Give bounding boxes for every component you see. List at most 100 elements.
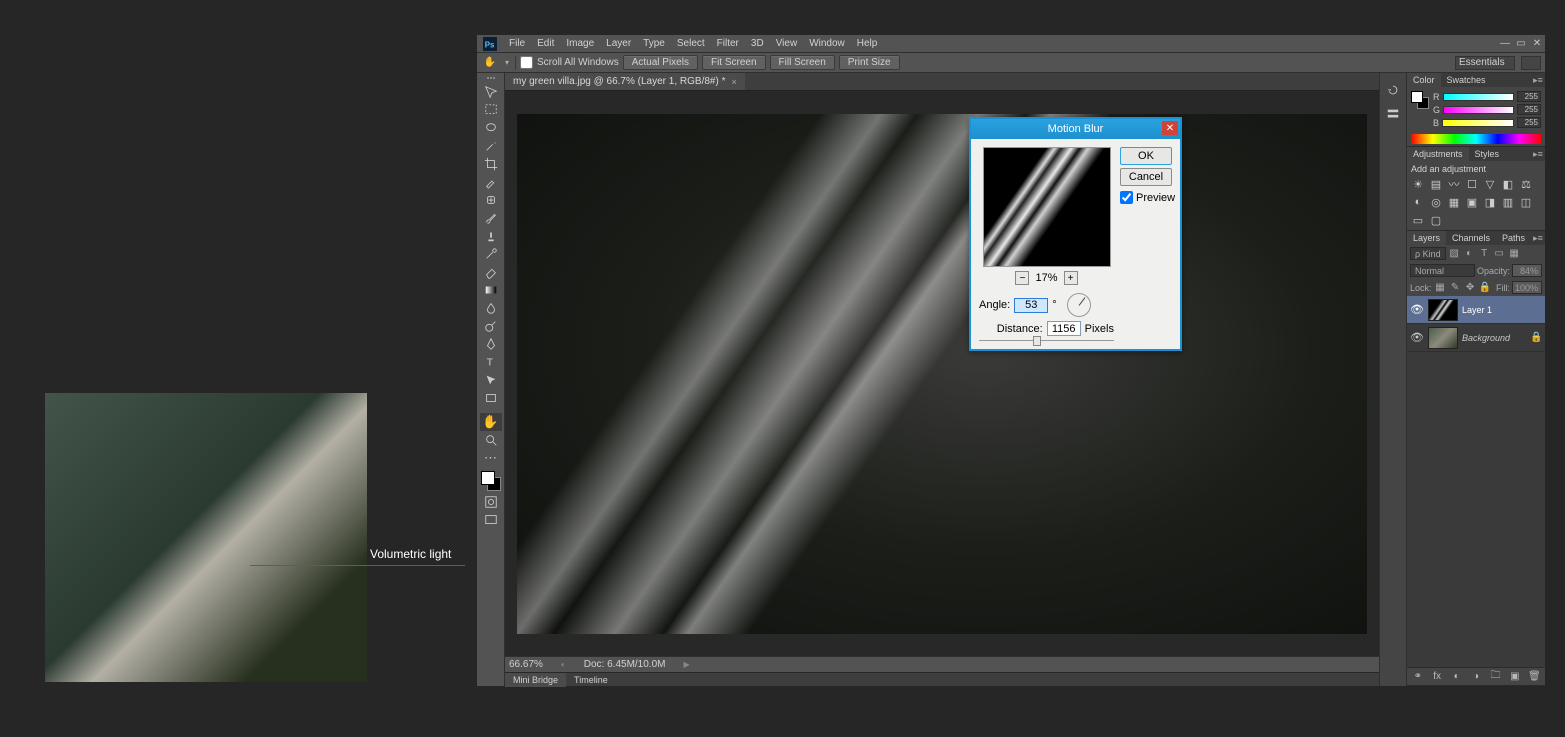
filter-adjust-icon[interactable]: ◐: [1463, 247, 1476, 260]
new-layer-icon[interactable]: ▣: [1508, 671, 1521, 682]
canvas-viewport[interactable]: [505, 91, 1379, 656]
adj-vibrance-icon[interactable]: ▽: [1483, 177, 1497, 191]
eyedropper-tool-icon[interactable]: [480, 173, 502, 191]
stamp-tool-icon[interactable]: [480, 227, 502, 245]
r-slider[interactable]: [1443, 93, 1515, 101]
window-maximize-icon[interactable]: ▭: [1513, 36, 1529, 52]
ok-button[interactable]: OK: [1120, 147, 1172, 165]
tab-channels[interactable]: Channels: [1446, 231, 1496, 245]
cancel-button[interactable]: Cancel: [1120, 168, 1172, 186]
panel-menu-icon[interactable]: ▸≡: [1531, 75, 1545, 86]
menu-type[interactable]: Type: [637, 38, 671, 49]
menu-help[interactable]: Help: [851, 38, 884, 49]
healing-tool-icon[interactable]: [480, 191, 502, 209]
panel-menu-icon[interactable]: ▸≡: [1531, 233, 1545, 244]
zoom-in-icon[interactable]: +: [1064, 271, 1078, 285]
layer-name[interactable]: Layer 1: [1462, 305, 1542, 315]
g-value[interactable]: 255: [1517, 104, 1541, 115]
menu-select[interactable]: Select: [671, 38, 711, 49]
color-swatch-pair[interactable]: [1411, 91, 1429, 109]
blend-mode-dropdown[interactable]: Normal: [1410, 264, 1475, 277]
tab-adjustments[interactable]: Adjustments: [1407, 147, 1469, 161]
filter-shape-icon[interactable]: ▭: [1493, 247, 1506, 260]
adj-curves-icon[interactable]: 〰: [1447, 177, 1461, 191]
foreground-background-swatches[interactable]: [479, 469, 503, 493]
tab-layers[interactable]: Layers: [1407, 231, 1446, 245]
panel-menu-icon[interactable]: ▸≡: [1531, 149, 1545, 160]
status-arrow-icon[interactable]: ▶: [683, 660, 689, 669]
hue-strip[interactable]: [1411, 134, 1541, 144]
filter-kind-dropdown[interactable]: ρ Kind: [1410, 247, 1446, 260]
adj-bw-icon[interactable]: ◐: [1411, 195, 1425, 209]
lasso-tool-icon[interactable]: [480, 119, 502, 137]
zoom-tool-icon[interactable]: [480, 431, 502, 449]
history-brush-tool-icon[interactable]: [480, 245, 502, 263]
hand-tool-strip-icon[interactable]: ✋: [480, 413, 502, 431]
close-tab-icon[interactable]: ×: [731, 77, 736, 87]
adj-threshold-icon[interactable]: ◫: [1519, 195, 1533, 209]
menu-layer[interactable]: Layer: [600, 38, 637, 49]
marquee-tool-icon[interactable]: [480, 101, 502, 119]
document-tab[interactable]: my green villa.jpg @ 66.7% (Layer 1, RGB…: [505, 73, 745, 90]
status-doc-indicator-icon[interactable]: ◐: [561, 660, 566, 669]
adj-balance-icon[interactable]: ⚖: [1519, 177, 1533, 191]
preview-checkbox[interactable]: Preview: [1120, 191, 1172, 204]
distance-slider[interactable]: [979, 340, 1114, 341]
new-adjustment-icon[interactable]: ◑: [1469, 671, 1482, 682]
opacity-value[interactable]: 84%: [1512, 264, 1542, 277]
menu-3d[interactable]: 3D: [745, 38, 770, 49]
gradient-tool-icon[interactable]: [480, 281, 502, 299]
lock-transparent-icon[interactable]: ▦: [1434, 281, 1447, 294]
fit-screen-button[interactable]: Fit Screen: [702, 55, 766, 70]
blur-tool-icon[interactable]: [480, 299, 502, 317]
fill-screen-button[interactable]: Fill Screen: [770, 55, 835, 70]
menu-window[interactable]: Window: [803, 38, 851, 49]
link-layers-icon[interactable]: ⚭: [1411, 671, 1424, 682]
edit-toolbar-icon[interactable]: ⋯: [480, 449, 502, 467]
hand-tool-icon[interactable]: ✋: [481, 54, 499, 72]
adj-brightness-icon[interactable]: ☀: [1411, 177, 1425, 191]
adj-levels-icon[interactable]: ▤: [1429, 177, 1443, 191]
actual-pixels-button[interactable]: Actual Pixels: [623, 55, 698, 70]
properties-panel-icon[interactable]: [1384, 105, 1402, 123]
r-value[interactable]: 255: [1517, 91, 1541, 102]
tab-swatches[interactable]: Swatches: [1441, 73, 1492, 87]
layer-fx-icon[interactable]: fx: [1430, 671, 1443, 682]
delete-layer-icon[interactable]: 🗑: [1528, 671, 1541, 682]
tab-timeline[interactable]: Timeline: [566, 673, 616, 687]
shape-tool-icon[interactable]: [480, 389, 502, 407]
b-value[interactable]: 255: [1517, 117, 1541, 128]
scroll-all-checkbox[interactable]: Scroll All Windows: [520, 56, 619, 69]
filter-type-icon[interactable]: T: [1478, 247, 1491, 260]
print-size-button[interactable]: Print Size: [839, 55, 900, 70]
tab-styles[interactable]: Styles: [1469, 147, 1506, 161]
fill-value[interactable]: 100%: [1512, 281, 1542, 294]
filter-pixel-icon[interactable]: ▧: [1448, 247, 1461, 260]
history-panel-icon[interactable]: [1384, 81, 1402, 99]
menu-image[interactable]: Image: [560, 38, 600, 49]
adj-invert-icon[interactable]: ◨: [1483, 195, 1497, 209]
layer-thumbnail[interactable]: [1428, 299, 1458, 321]
quickmask-icon[interactable]: [480, 493, 502, 511]
angle-input[interactable]: [1014, 298, 1048, 313]
workspace-selector[interactable]: Essentials: [1455, 56, 1515, 70]
dialog-preview[interactable]: [983, 147, 1111, 267]
layer-mask-icon[interactable]: ◐: [1450, 671, 1463, 682]
menu-edit[interactable]: Edit: [531, 38, 560, 49]
lock-position-icon[interactable]: ✥: [1464, 281, 1477, 294]
type-tool-icon[interactable]: T: [480, 353, 502, 371]
path-select-tool-icon[interactable]: [480, 371, 502, 389]
window-minimize-icon[interactable]: —: [1497, 36, 1513, 52]
brush-tool-icon[interactable]: [480, 209, 502, 227]
tab-mini-bridge[interactable]: Mini Bridge: [505, 673, 566, 687]
adj-selective-icon[interactable]: ▢: [1429, 213, 1443, 227]
dialog-titlebar[interactable]: Motion Blur ✕: [971, 119, 1180, 139]
filter-smart-icon[interactable]: ▦: [1508, 247, 1521, 260]
status-doc-size[interactable]: Doc: 6.45M/10.0M: [584, 659, 666, 670]
lock-paint-icon[interactable]: ✎: [1449, 281, 1462, 294]
layer-row[interactable]: 👁 Background 🔒: [1407, 324, 1545, 352]
adj-gradient-map-icon[interactable]: ▭: [1411, 213, 1425, 227]
menu-file[interactable]: File: [503, 38, 531, 49]
motion-blur-dialog[interactable]: Motion Blur ✕ − 17% + Angle: ° Distance:: [969, 117, 1182, 351]
status-zoom[interactable]: 66.67%: [509, 659, 543, 670]
